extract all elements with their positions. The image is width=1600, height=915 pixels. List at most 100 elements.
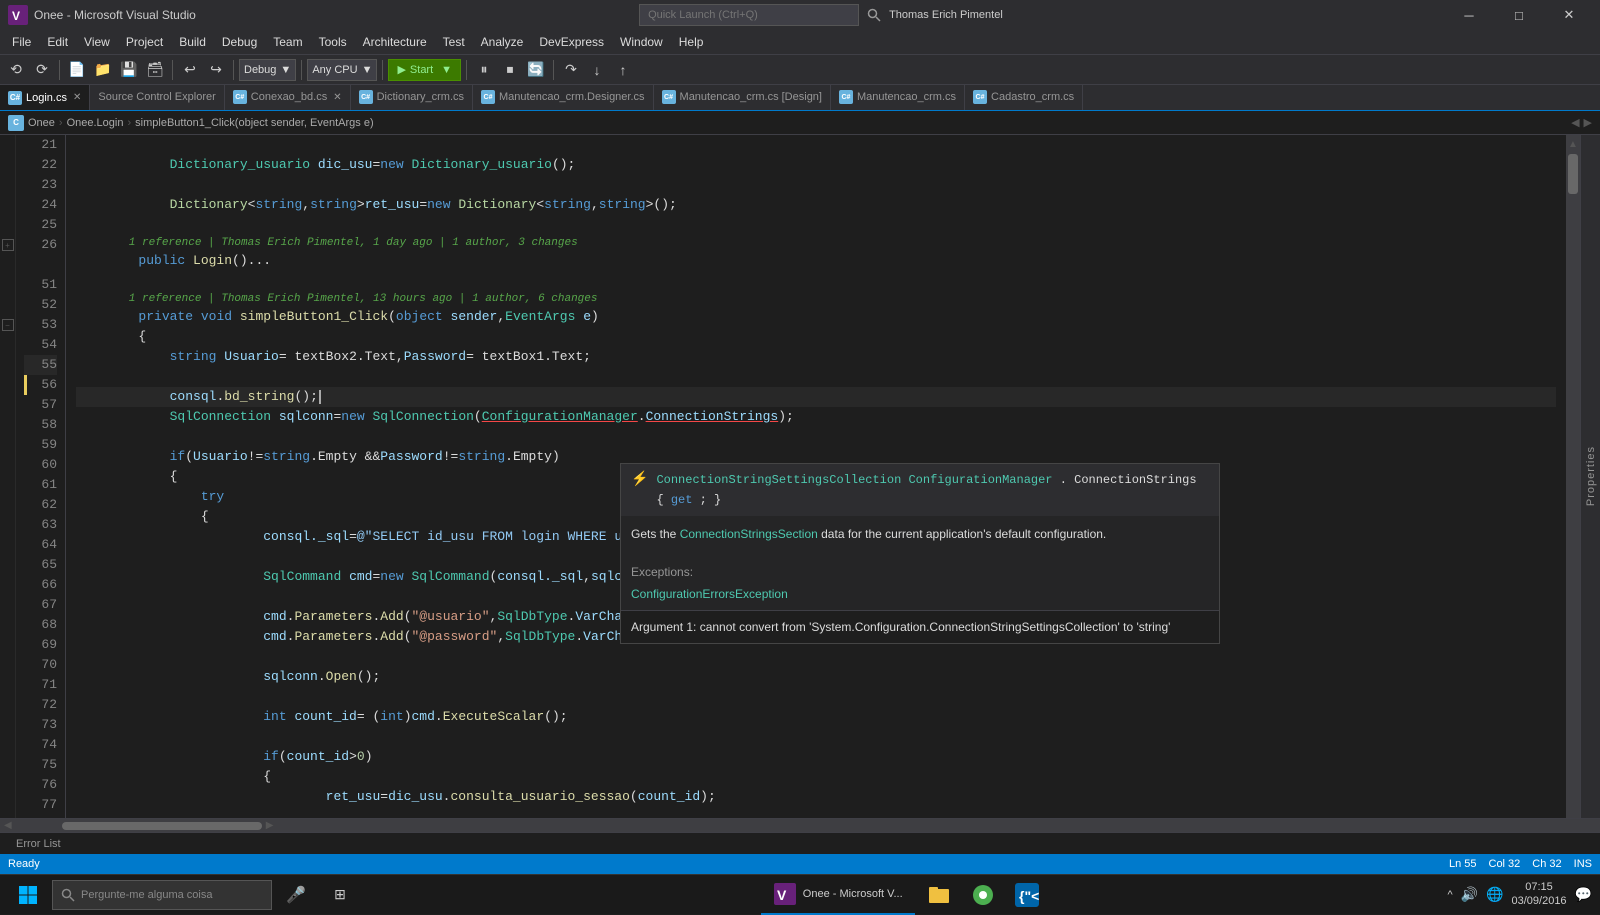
network-icon[interactable]: 🌐 (1486, 886, 1503, 903)
tab-login-cs[interactable]: C# Login.cs ✕ (0, 85, 90, 110)
toolbar-step-out-button[interactable]: ↑ (611, 58, 635, 82)
quick-launch-input[interactable] (639, 4, 859, 26)
margin-50 (0, 295, 15, 315)
tray-arrow-icon[interactable]: ^ (1447, 889, 1452, 901)
volume-icon[interactable]: 🔊 (1461, 886, 1478, 903)
ln-62: 62 (24, 495, 57, 515)
scroll-up-button[interactable]: ▲ (1568, 139, 1578, 150)
toolbar-step-over-button[interactable]: ↷ (559, 58, 583, 82)
toolbar-save-all-button[interactable]: 🗃 (143, 58, 167, 82)
menu-analyze[interactable]: Analyze (473, 30, 532, 55)
menu-debug[interactable]: Debug (214, 30, 265, 55)
system-clock[interactable]: 07:15 03/09/2016 (1512, 881, 1567, 907)
toolbar-forward-button[interactable]: ⟳ (30, 58, 54, 82)
ln-78: 78 (24, 815, 57, 818)
margin-54 (0, 375, 15, 395)
breadcrumb-member[interactable]: simpleButton1_Click(object sender, Event… (135, 117, 373, 129)
status-ready: Ready (8, 858, 40, 870)
toolbar-undo-button[interactable]: ↩ (178, 58, 202, 82)
menu-tools[interactable]: Tools (311, 30, 355, 55)
menu-architecture[interactable]: Architecture (355, 30, 435, 55)
tab-source-control[interactable]: Source Control Explorer (90, 85, 224, 110)
breadcrumb-namespace[interactable]: Onee.Login (67, 117, 124, 129)
tab-cadastro[interactable]: C# Cadastro_crm.cs (965, 85, 1083, 110)
menu-file[interactable]: File (4, 30, 39, 55)
taskbar-chrome-button[interactable] (963, 875, 1003, 915)
h-scroll-thumb[interactable] (62, 822, 262, 830)
tab-icon-login: C# (8, 91, 22, 105)
toolbar-pause-button[interactable]: ⏸ (472, 58, 496, 82)
menu-help[interactable]: Help (671, 30, 712, 55)
toolbar-save-button[interactable]: 💾 (117, 58, 141, 82)
menu-build[interactable]: Build (171, 30, 214, 55)
start-button[interactable]: ▶ Start ▼ (388, 59, 461, 81)
tab-conexao[interactable]: C# Conexao_bd.cs ✕ (225, 85, 351, 110)
menu-window[interactable]: Window (612, 30, 671, 55)
error-list-tab[interactable]: Error List (8, 836, 69, 852)
toolbar-new-button[interactable]: 📄 (65, 58, 89, 82)
toolbar-step-into-button[interactable]: ↓ (585, 58, 609, 82)
tab-manutencao-design[interactable]: C# Manutencao_crm.cs [Design] (654, 85, 831, 110)
horizontal-scrollbar[interactable]: ◀ ▶ (0, 818, 1600, 832)
exceptions-label: Exceptions: (631, 562, 1209, 582)
code-area[interactable]: + − (0, 135, 1600, 818)
margin-27 (0, 255, 15, 275)
menu-project[interactable]: Project (118, 30, 171, 55)
vs-logo-icon: V (8, 5, 28, 25)
expand-26[interactable]: + (2, 239, 14, 251)
ln-23: 23 (24, 175, 57, 195)
taskbar-search-box[interactable]: Pergunte-me alguma coisa (52, 880, 272, 910)
ln-57: 57 (24, 395, 57, 415)
properties-panel[interactable]: Properties (1580, 135, 1600, 818)
tab-close-conexao[interactable]: ✕ (333, 92, 341, 103)
breadcrumb-nav-back[interactable]: ◀ (1571, 116, 1579, 129)
scroll-thumb[interactable] (1568, 154, 1578, 194)
menu-team[interactable]: Team (265, 30, 310, 55)
chrome-icon (971, 883, 995, 907)
toolbar-restart-button[interactable]: 🔄 (524, 58, 548, 82)
toolbar-redo-button[interactable]: ↪ (204, 58, 228, 82)
tab-manutencao-designer[interactable]: C# Manutencao_crm.Designer.cs (473, 85, 654, 110)
maximize-button[interactable]: □ (1496, 0, 1542, 30)
h-scroll-left[interactable]: ◀ (4, 820, 12, 831)
breadcrumb-nav-forward[interactable]: ▶ (1584, 116, 1592, 129)
ln-71: 71 (24, 675, 57, 695)
ln-52: 52 (24, 295, 57, 315)
vertical-scrollbar[interactable]: ▲ (1566, 135, 1580, 818)
tab-manutencao[interactable]: C# Manutencao_crm.cs (831, 85, 965, 110)
doc-link-connection-strings[interactable]: ConnectionStringsSection (680, 527, 818, 541)
taskbar-vscode-button[interactable]: {"<"} (1007, 875, 1047, 915)
debug-config-dropdown[interactable]: Debug ▼ (239, 59, 296, 81)
cpu-config-dropdown[interactable]: Any CPU ▼ (307, 59, 377, 81)
taskbar-explorer-button[interactable] (919, 875, 959, 915)
collapse-51[interactable]: − (2, 319, 14, 331)
task-view-button[interactable]: ⊞ (320, 875, 360, 915)
cortana-mic-button[interactable]: 🎤 (276, 875, 316, 915)
exception-link[interactable]: ConfigurationErrorsException (631, 584, 1209, 604)
margin-61 (0, 515, 15, 535)
action-center-icon[interactable]: 💬 (1575, 886, 1592, 903)
menu-devexpress[interactable]: DevExpress (531, 30, 612, 55)
ln-55: 55 (24, 355, 57, 375)
toolbar-open-button[interactable]: 📁 (91, 58, 115, 82)
code-line-25 (76, 215, 1556, 235)
menu-edit[interactable]: Edit (39, 30, 76, 55)
tab-label-dictionary: Dictionary_crm.cs (377, 91, 464, 103)
ln-58: 58 (24, 415, 57, 435)
windows-start-button[interactable] (8, 875, 48, 915)
minimize-button[interactable]: ─ (1446, 0, 1492, 30)
toolbar-stop-button[interactable]: ⏹ (498, 58, 522, 82)
menu-view[interactable]: View (76, 30, 118, 55)
breadcrumb-project[interactable]: Onee (28, 117, 55, 129)
close-button[interactable]: ✕ (1546, 0, 1592, 30)
code-editor[interactable]: Dictionary_usuario dic_usu = new Diction… (66, 135, 1566, 818)
h-scroll-right[interactable]: ▶ (266, 820, 274, 831)
taskbar-vs-app[interactable]: V Onee - Microsoft V... (761, 875, 915, 915)
margin-53 (0, 355, 15, 375)
tab-dictionary[interactable]: C# Dictionary_crm.cs (351, 85, 473, 110)
toolbar-back-button[interactable]: ⟲ (4, 58, 28, 82)
margin-70 (0, 695, 15, 715)
code-line-54 (76, 367, 1556, 387)
menu-test[interactable]: Test (435, 30, 473, 55)
tab-close-login[interactable]: ✕ (73, 92, 81, 103)
